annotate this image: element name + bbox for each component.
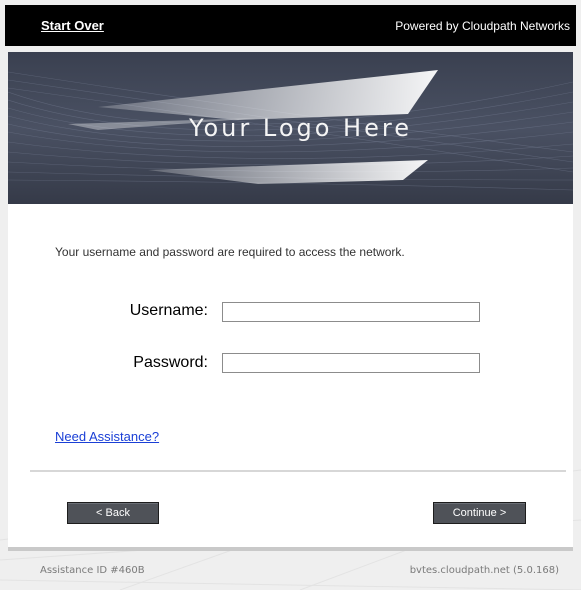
- host-version-text: bvtes.cloudpath.net (5.0.168): [409, 565, 559, 576]
- assistance-id-text: Assistance ID #460B: [40, 565, 145, 576]
- logo-banner: Your Logo Here: [8, 52, 573, 204]
- top-bar: Start Over Powered by Cloudpath Networks: [5, 5, 576, 46]
- login-panel: Your username and password are required …: [8, 204, 573, 547]
- start-over-link[interactable]: Start Over: [41, 18, 104, 33]
- page: Start Over Powered by Cloudpath Networks: [0, 0, 581, 590]
- footer: Assistance ID #460B bvtes.cloudpath.net …: [8, 551, 573, 590]
- username-input[interactable]: [222, 302, 480, 322]
- divider: [30, 470, 566, 472]
- username-label: Username:: [129, 302, 208, 319]
- need-assistance-link[interactable]: Need Assistance?: [55, 429, 159, 444]
- instructions-text: Your username and password are required …: [55, 245, 405, 259]
- password-label: Password:: [133, 354, 208, 371]
- logo-placeholder-text: Your Logo Here: [189, 114, 412, 142]
- password-input[interactable]: [222, 353, 480, 373]
- continue-button[interactable]: Continue >: [433, 502, 526, 524]
- back-button[interactable]: < Back: [67, 502, 159, 524]
- powered-by-text: Powered by Cloudpath Networks: [395, 19, 570, 33]
